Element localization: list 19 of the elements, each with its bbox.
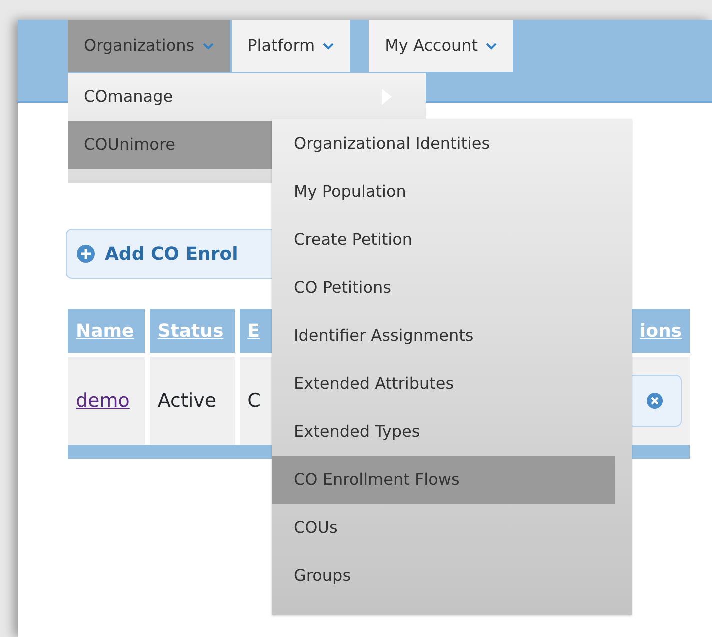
- close-icon: [647, 393, 663, 409]
- menu-item[interactable]: CO Enrollment Flows: [272, 456, 615, 504]
- name-link[interactable]: demo: [76, 390, 130, 412]
- caret-icon: [486, 42, 498, 50]
- menu-item[interactable]: My Population: [272, 168, 632, 216]
- nav-tab[interactable]: My Account: [369, 20, 514, 72]
- caret-icon: [323, 42, 334, 50]
- menu-item[interactable]: Groups: [272, 552, 632, 600]
- add-enrollment-flow-button[interactable]: Add CO Enrol: [66, 229, 272, 279]
- menu-item[interactable]: COUnimore: [68, 121, 272, 169]
- nav-tab[interactable]: Organizations: [68, 20, 230, 72]
- caret-icon: [202, 42, 214, 50]
- nav-tab[interactable]: Platform: [232, 20, 350, 72]
- menu-item[interactable]: CO Petitions: [272, 264, 632, 312]
- menu-item[interactable]: Create Petition: [272, 216, 632, 264]
- menu-item[interactable]: COUs: [272, 504, 632, 552]
- plus-icon: [77, 245, 95, 263]
- menu-item[interactable]: COmanage: [68, 73, 426, 121]
- menu-item[interactable]: Organizational Identities: [272, 120, 632, 168]
